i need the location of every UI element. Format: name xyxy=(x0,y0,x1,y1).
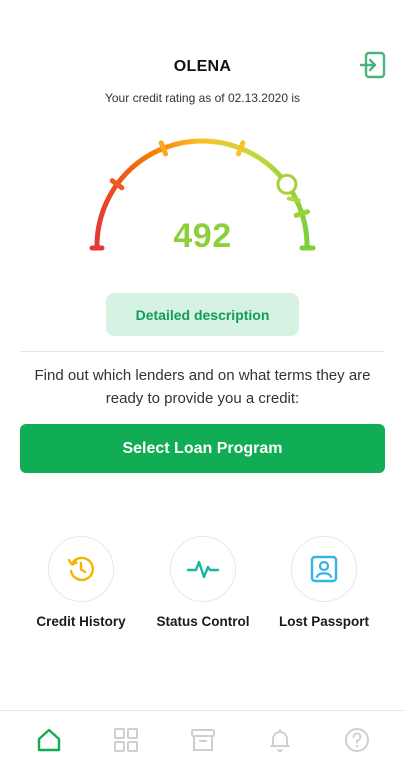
status-control-icon-circle xyxy=(170,536,236,602)
nav-home[interactable] xyxy=(29,720,69,760)
user-name: OLENA xyxy=(173,58,232,75)
select-loan-program-button[interactable]: Select Loan Program xyxy=(20,424,385,473)
gauge-tick xyxy=(286,196,301,203)
history-icon xyxy=(67,556,95,582)
lost-passport-icon-circle xyxy=(291,536,357,602)
lost-passport-button[interactable]: Lost Passport xyxy=(264,536,384,629)
gauge-indicator xyxy=(276,173,298,195)
home-icon xyxy=(37,728,60,751)
logout-icon xyxy=(360,51,386,79)
service-label: Status Control xyxy=(156,614,250,629)
logout-button[interactable] xyxy=(359,50,387,80)
service-label: Credit History xyxy=(36,614,126,629)
grid-icon xyxy=(113,727,138,752)
id-card-icon xyxy=(310,555,338,583)
credit-history-button[interactable]: Credit History xyxy=(21,536,141,629)
gauge-tick xyxy=(158,140,169,157)
divider xyxy=(20,351,384,352)
help-icon xyxy=(344,727,369,752)
detailed-description-button[interactable]: Detailed description xyxy=(106,293,299,336)
status-control-button[interactable]: Status Control xyxy=(143,536,263,629)
bottom-navigation xyxy=(0,710,405,768)
lenders-info-text: Find out which lenders and on what terms… xyxy=(34,367,371,407)
nav-help[interactable] xyxy=(337,720,377,760)
nav-archive[interactable] xyxy=(183,720,223,760)
credit-rating-date: Your credit rating as of 02.13.2020 is xyxy=(104,91,301,105)
credit-history-icon-circle xyxy=(48,536,114,602)
gauge-tick xyxy=(235,140,246,157)
gauge-tick xyxy=(293,209,311,218)
credit-score-value: 492 xyxy=(173,217,232,255)
nav-notifications[interactable] xyxy=(260,720,300,760)
service-label: Lost Passport xyxy=(278,614,370,629)
pulse-icon xyxy=(187,560,219,579)
bell-icon xyxy=(269,728,290,752)
archive-icon xyxy=(190,728,215,751)
nav-dashboard[interactable] xyxy=(106,720,146,760)
